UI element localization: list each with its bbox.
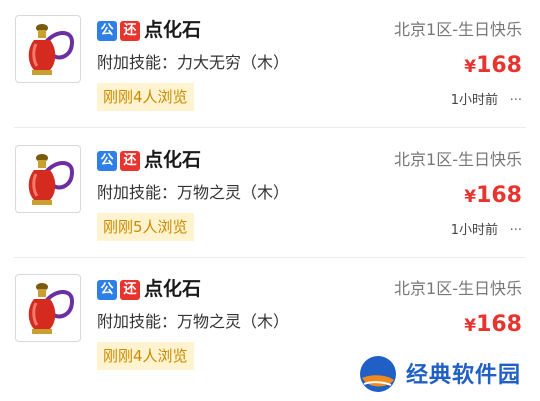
listing-item[interactable]: 公 还 点化石 附加技能：万物之灵（木） 刚刚5人浏览 北京1区-生日快乐 ¥1…	[0, 130, 540, 258]
item-name[interactable]: 点化石	[144, 16, 201, 44]
item-name[interactable]: 点化石	[144, 275, 201, 303]
price-value: 168	[476, 183, 522, 208]
currency-symbol: ¥	[464, 187, 477, 207]
return-tag: 还	[120, 21, 140, 41]
server-label: 北京1区-生日快乐	[394, 279, 522, 298]
divider	[14, 127, 526, 128]
views-badge: 刚刚4人浏览	[97, 342, 194, 370]
listing-list: 公 还 点化石 附加技能：力大无穷（木） 刚刚4人浏览 北京1区-生日快乐 ¥1…	[0, 0, 540, 401]
price: ¥168	[464, 180, 522, 213]
views-badge: 刚刚5人浏览	[97, 213, 194, 241]
currency-symbol: ¥	[464, 57, 477, 77]
post-time: 1小时前	[450, 223, 498, 238]
public-tag: 公	[97, 280, 117, 300]
public-tag: 公	[97, 21, 117, 41]
item-skill: 附加技能：万物之灵（木）	[97, 312, 290, 331]
more-options-icon[interactable]: ···	[510, 91, 522, 111]
views-badge: 刚刚4人浏览	[97, 83, 194, 111]
watermark: 经典软件园	[340, 352, 540, 401]
divider	[14, 257, 526, 258]
red-gourd-vase-icon	[28, 154, 75, 205]
price-value: 168	[476, 53, 522, 78]
globe-logo-icon	[360, 356, 396, 392]
price-value: 168	[476, 312, 522, 337]
item-thumbnail[interactable]	[15, 145, 81, 213]
post-time: 1小时前	[450, 93, 498, 108]
server-label: 北京1区-生日快乐	[394, 20, 522, 39]
return-tag: 还	[120, 280, 140, 300]
return-tag: 还	[120, 151, 140, 171]
listing-item[interactable]: 公 还 点化石 附加技能：力大无穷（木） 刚刚4人浏览 北京1区-生日快乐 ¥1…	[0, 0, 540, 128]
price: ¥168	[464, 309, 522, 342]
server-label: 北京1区-生日快乐	[394, 150, 522, 169]
watermark-text: 经典软件园	[406, 363, 522, 388]
currency-symbol: ¥	[464, 316, 477, 336]
price: ¥168	[464, 50, 522, 83]
item-thumbnail[interactable]	[15, 15, 81, 83]
red-gourd-vase-icon	[28, 283, 75, 334]
item-name[interactable]: 点化石	[144, 146, 201, 174]
item-thumbnail[interactable]	[15, 274, 81, 342]
public-tag: 公	[97, 151, 117, 171]
more-options-icon[interactable]: ···	[510, 221, 522, 241]
item-skill: 附加技能：万物之灵（木）	[97, 183, 290, 202]
item-skill: 附加技能：力大无穷（木）	[97, 53, 290, 72]
red-gourd-vase-icon	[28, 24, 75, 75]
